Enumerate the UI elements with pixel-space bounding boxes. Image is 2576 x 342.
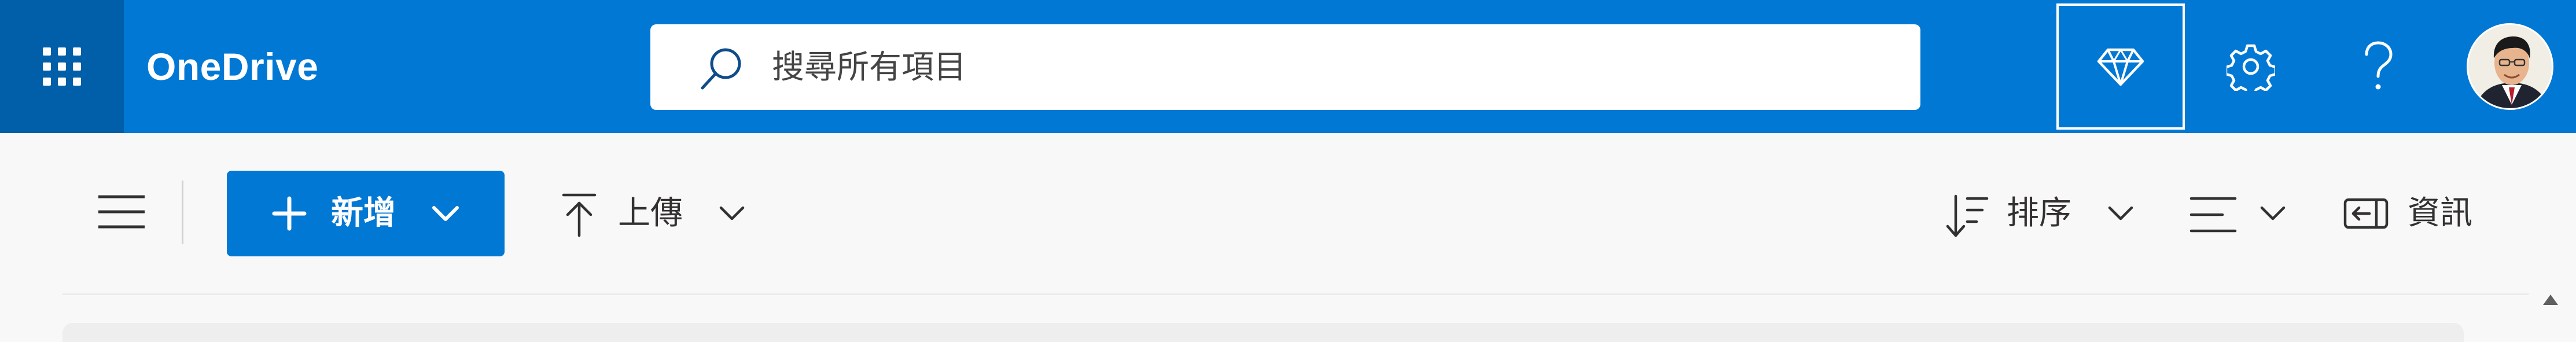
chevron-down-icon xyxy=(2260,206,2286,220)
upload-button[interactable]: 上傳 xyxy=(549,171,757,256)
upload-label: 上傳 xyxy=(618,194,683,232)
premium-button[interactable] xyxy=(2056,3,2185,130)
scroll-up-arrow-icon[interactable] xyxy=(2541,292,2560,307)
profile-avatar[interactable] xyxy=(2467,23,2553,110)
help-button[interactable] xyxy=(2314,0,2442,133)
waffle-icon xyxy=(43,47,81,86)
avatar-photo xyxy=(2468,25,2552,108)
info-pane-button[interactable]: 資訊 xyxy=(2341,171,2497,256)
view-list-icon xyxy=(2189,197,2237,233)
chevron-down-icon xyxy=(719,206,745,220)
plus-icon xyxy=(272,196,307,231)
chevron-down-icon xyxy=(2108,206,2133,220)
sort-label: 排序 xyxy=(2007,194,2071,232)
upload-arrow-icon xyxy=(562,193,597,237)
diamond-icon xyxy=(2097,48,2144,86)
gear-icon xyxy=(2227,44,2275,91)
search-input[interactable] xyxy=(772,24,1900,110)
settings-button[interactable] xyxy=(2187,0,2314,133)
question-icon xyxy=(2365,41,2393,90)
search-box[interactable] xyxy=(650,24,1920,110)
new-button[interactable]: 新增 xyxy=(227,171,505,256)
navigation-menu-icon[interactable] xyxy=(97,191,146,233)
app-launcher-button[interactable] xyxy=(0,0,124,133)
sort-button[interactable]: 排序 xyxy=(1933,171,2147,256)
command-bar: 新增 上傳 排序 資訊 xyxy=(0,133,2576,294)
top-header-bar: OneDrive xyxy=(0,0,2576,133)
content-panel xyxy=(62,323,2464,342)
new-button-label: 新增 xyxy=(331,194,396,232)
chevron-down-icon xyxy=(432,206,459,221)
toolbar-divider xyxy=(182,181,183,244)
onedrive-app: OneDrive 搜尋所有項目 新增 上傳 排序 資訊 xyxy=(0,0,2576,342)
search-icon xyxy=(701,48,741,90)
info-pane-icon xyxy=(2343,198,2389,229)
sort-icon xyxy=(1946,194,1989,237)
command-bar-separator xyxy=(62,293,2529,295)
info-label: 資訊 xyxy=(2408,194,2472,232)
app-title[interactable]: OneDrive xyxy=(146,0,318,133)
view-options-button[interactable] xyxy=(2184,171,2300,256)
